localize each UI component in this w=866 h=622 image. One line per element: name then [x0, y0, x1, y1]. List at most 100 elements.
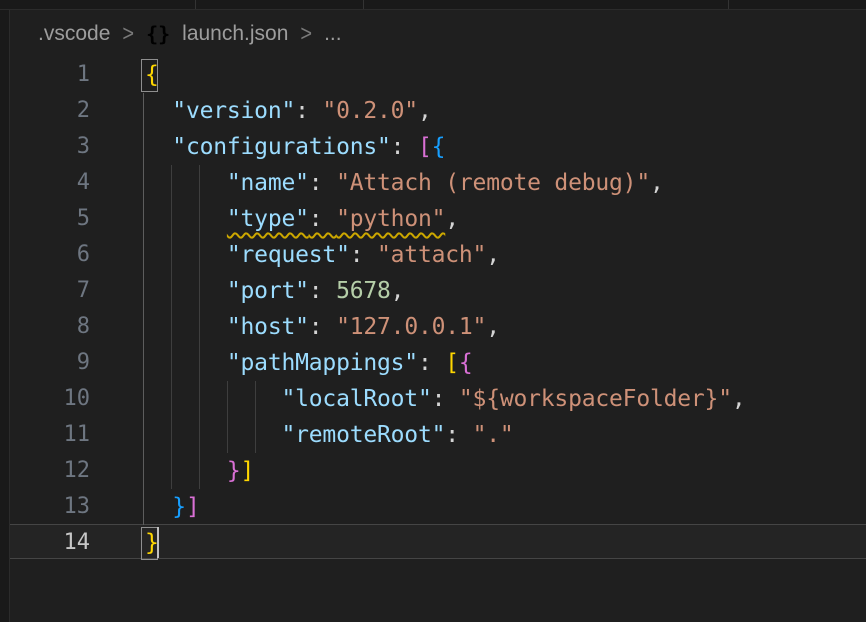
- line-number[interactable]: 5: [0, 201, 90, 237]
- code-line[interactable]: 8 "host": "127.0.0.1",: [0, 309, 866, 345]
- code-token: [145, 422, 281, 448]
- code-line[interactable]: 12 }]: [0, 453, 866, 489]
- code-token: [: [445, 350, 459, 376]
- code-line[interactable]: 11 "remoteRoot": ".": [0, 417, 866, 453]
- code-token: :: [309, 314, 336, 340]
- code-token: "pathMappings": [227, 350, 418, 376]
- code-token: "port": [227, 278, 309, 304]
- line-number[interactable]: 9: [0, 345, 90, 381]
- chevron-right-icon: >: [300, 21, 312, 47]
- code-line[interactable]: 3 "configurations": [{: [0, 129, 866, 165]
- code-token: ,: [445, 206, 459, 232]
- code-token: :: [432, 386, 459, 412]
- line-number[interactable]: 11: [0, 417, 90, 453]
- code-token: :: [309, 170, 336, 196]
- bracket-match-box-close: [141, 527, 158, 560]
- code-line[interactable]: 7 "port": 5678,: [0, 273, 866, 309]
- code-token: "127.0.0.1": [336, 314, 486, 340]
- code-token: ,: [391, 278, 405, 304]
- line-number[interactable]: 8: [0, 309, 90, 345]
- code-token: [: [418, 134, 432, 160]
- code-token: :: [445, 422, 472, 448]
- code-text: "type": "python",: [145, 201, 459, 237]
- code-line[interactable]: 4 "name": "Attach (remote debug)",: [0, 165, 866, 201]
- code-token: [145, 278, 227, 304]
- code-line[interactable]: 13 }]: [0, 489, 866, 525]
- tab-divider: [363, 0, 364, 9]
- code-token: "0.2.0": [322, 98, 418, 124]
- code-line[interactable]: 10 "localRoot": "${workspaceFolder}",: [0, 381, 866, 417]
- code-token: }: [172, 494, 186, 520]
- line-number[interactable]: 2: [0, 93, 90, 129]
- breadcrumb-symbol-ellipsis[interactable]: ...: [324, 22, 342, 46]
- vscode-editor-pane: .vscode > {} launch.json > ... 1{2 "vers…: [0, 0, 866, 622]
- code-token: "request": [227, 242, 350, 268]
- line-number[interactable]: 6: [0, 237, 90, 273]
- tab-divider: [195, 0, 196, 9]
- code-text: "configurations": [{: [145, 129, 445, 165]
- code-text: }]: [145, 453, 254, 489]
- code-token: [145, 458, 227, 484]
- code-token: ,: [486, 314, 500, 340]
- code-token: :: [391, 134, 418, 160]
- code-line[interactable]: 14}: [0, 525, 866, 561]
- code-token: [145, 242, 227, 268]
- code-token: [145, 170, 227, 196]
- code-token: "configurations": [172, 134, 390, 160]
- code-token: {: [459, 350, 473, 376]
- code-token: "type": [227, 206, 309, 232]
- code-token: "python": [336, 206, 445, 232]
- breadcrumb-file[interactable]: launch.json: [182, 22, 288, 46]
- code-token: :: [418, 350, 445, 376]
- code-token: [145, 314, 227, 340]
- code-token: [145, 134, 172, 160]
- code-text: "localRoot": "${workspaceFolder}",: [145, 381, 746, 417]
- code-token: "remoteRoot": [281, 422, 445, 448]
- editor-left-border: [0, 10, 10, 622]
- code-text: "pathMappings": [{: [145, 345, 473, 381]
- code-token: "host": [227, 314, 309, 340]
- tab-bar-strip: [0, 0, 866, 10]
- code-token: 5678: [336, 278, 391, 304]
- line-number[interactable]: 1: [0, 57, 90, 93]
- line-number[interactable]: 10: [0, 381, 90, 417]
- code-text: "request": "attach",: [145, 237, 500, 273]
- code-text: "version": "0.2.0",: [145, 93, 432, 129]
- code-token: "Attach (remote debug)": [336, 170, 650, 196]
- code-line[interactable]: 5 "type": "python",: [0, 201, 866, 237]
- chevron-right-icon: >: [122, 21, 134, 47]
- code-token: :: [309, 206, 336, 232]
- line-number[interactable]: 12: [0, 453, 90, 489]
- code-lines[interactable]: 1{2 "version": "0.2.0",3 "configurations…: [0, 57, 866, 561]
- code-line[interactable]: 6 "request": "attach",: [0, 237, 866, 273]
- code-text: "remoteRoot": ".": [145, 417, 514, 453]
- code-token: :: [295, 98, 322, 124]
- bracket-match-box-open: [141, 59, 158, 92]
- text-cursor: [157, 527, 159, 558]
- json-braces-icon: {}: [146, 22, 170, 46]
- line-number[interactable]: 3: [0, 129, 90, 165]
- line-number[interactable]: 14: [0, 525, 90, 561]
- code-token: "name": [227, 170, 309, 196]
- code-token: :: [309, 278, 336, 304]
- code-line[interactable]: 9 "pathMappings": [{: [0, 345, 866, 381]
- breadcrumb: .vscode > {} launch.json > ...: [38, 19, 342, 49]
- tab-divider: [728, 0, 729, 9]
- code-token: [145, 206, 227, 232]
- code-token: [145, 494, 172, 520]
- code-token: }: [227, 458, 241, 484]
- code-token: ,: [732, 386, 746, 412]
- code-token: ,: [650, 170, 664, 196]
- code-token: ]: [186, 494, 200, 520]
- code-line[interactable]: 1{: [0, 57, 866, 93]
- breadcrumb-folder[interactable]: .vscode: [38, 22, 110, 46]
- code-text: "host": "127.0.0.1",: [145, 309, 500, 345]
- line-number[interactable]: 4: [0, 165, 90, 201]
- code-token: [145, 350, 227, 376]
- line-number[interactable]: 7: [0, 273, 90, 309]
- code-token: "version": [172, 98, 295, 124]
- code-text: }]: [145, 489, 200, 525]
- code-line[interactable]: 2 "version": "0.2.0",: [0, 93, 866, 129]
- code-token: "attach": [377, 242, 486, 268]
- line-number[interactable]: 13: [0, 489, 90, 525]
